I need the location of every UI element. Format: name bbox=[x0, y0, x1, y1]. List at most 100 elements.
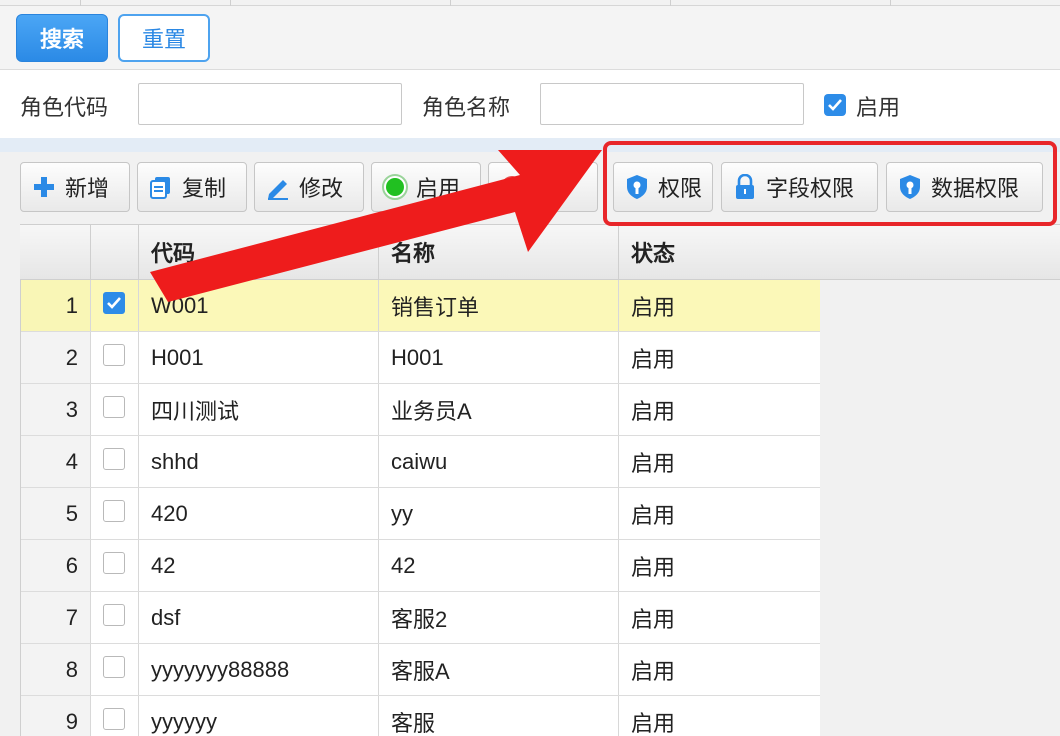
panel-separator bbox=[0, 138, 1060, 152]
row-checkbox[interactable] bbox=[103, 604, 125, 626]
row-checkbox[interactable] bbox=[103, 500, 125, 522]
enable-button-label: 启用 bbox=[416, 177, 461, 202]
enable-button[interactable]: 启用 bbox=[371, 162, 481, 212]
row-number: 9 bbox=[20, 696, 91, 736]
field-permission-button-label: 字段权限 bbox=[766, 177, 855, 202]
cell-name: 客服 bbox=[379, 696, 619, 736]
cell-name: yy bbox=[379, 488, 619, 539]
cell-code: H001 bbox=[139, 332, 379, 383]
disable-button[interactable] bbox=[488, 162, 598, 212]
role-code-input[interactable] bbox=[138, 83, 402, 125]
row-checkbox-cell[interactable] bbox=[91, 540, 139, 591]
cell-status: 启用 bbox=[631, 398, 676, 424]
table-row[interactable]: 4 shhd caiwu 启用 bbox=[20, 436, 820, 488]
row-checkbox-cell[interactable] bbox=[91, 280, 139, 331]
row-checkbox-cell[interactable] bbox=[91, 384, 139, 435]
permission-button[interactable]: 权限 bbox=[613, 162, 713, 212]
row-number: 5 bbox=[20, 488, 91, 539]
cell-status: 启用 bbox=[631, 710, 676, 736]
table-row[interactable]: 2 H001 H001 启用 bbox=[20, 332, 820, 384]
row-checkbox[interactable] bbox=[103, 448, 125, 470]
row-number: 1 bbox=[20, 280, 91, 331]
grid-left-border bbox=[20, 280, 21, 736]
table-row[interactable]: 3 四川测试 业务员A 启用 bbox=[20, 384, 820, 436]
edit-button-label: 修改 bbox=[299, 177, 344, 202]
header-code[interactable]: 代码 bbox=[139, 225, 379, 279]
cell-status: 启用 bbox=[631, 346, 676, 372]
row-number: 3 bbox=[20, 384, 91, 435]
row-checkbox[interactable] bbox=[103, 292, 125, 314]
header-checkbox[interactable] bbox=[91, 225, 139, 279]
cell-name: 销售订单 bbox=[379, 280, 619, 331]
permission-button-label: 权限 bbox=[658, 177, 703, 202]
cell-code: 420 bbox=[139, 488, 379, 539]
data-permission-button[interactable]: 数据权限 bbox=[886, 162, 1043, 212]
cell-code: 四川测试 bbox=[139, 384, 379, 435]
table-row[interactable]: 7 dsf 客服2 启用 bbox=[20, 592, 820, 644]
cell-code: yyyyyyy88888 bbox=[139, 644, 379, 695]
enable-checkbox[interactable] bbox=[824, 94, 846, 116]
row-checkbox-cell[interactable] bbox=[91, 592, 139, 643]
cell-name: 客服2 bbox=[379, 592, 619, 643]
filter-form: 角色代码 角色名称 启用 bbox=[0, 70, 1060, 138]
table-row[interactable]: 1 W001 销售订单 启用 bbox=[20, 280, 820, 332]
cell-code: shhd bbox=[139, 436, 379, 487]
row-number: 2 bbox=[20, 332, 91, 383]
row-checkbox[interactable] bbox=[103, 396, 125, 418]
plus-icon bbox=[31, 174, 57, 200]
cell-name: caiwu bbox=[379, 436, 619, 487]
add-button[interactable]: 新增 bbox=[20, 162, 130, 212]
cell-code: dsf bbox=[139, 592, 379, 643]
row-checkbox-cell[interactable] bbox=[91, 696, 139, 736]
cell-status: 启用 bbox=[631, 554, 676, 580]
row-number: 4 bbox=[20, 436, 91, 487]
cell-name: 42 bbox=[379, 540, 619, 591]
check-icon bbox=[828, 99, 842, 111]
add-button-label: 新增 bbox=[65, 177, 110, 202]
row-checkbox[interactable] bbox=[103, 552, 125, 574]
header-rownum bbox=[20, 225, 91, 279]
edit-button[interactable]: 修改 bbox=[254, 162, 364, 212]
table-row[interactable]: 8 yyyyyyy88888 客服A 启用 bbox=[20, 644, 820, 696]
copy-button[interactable]: 复制 bbox=[137, 162, 247, 212]
shield-key-icon bbox=[897, 174, 923, 200]
row-checkbox-cell[interactable] bbox=[91, 644, 139, 695]
row-number: 8 bbox=[20, 644, 91, 695]
role-name-label: 角色名称 bbox=[422, 96, 511, 121]
grid-header: 代码 名称 状态 bbox=[20, 224, 1060, 280]
row-checkbox[interactable] bbox=[103, 656, 125, 678]
green-circle-icon bbox=[382, 174, 408, 200]
enable-label: 启用 bbox=[856, 96, 901, 121]
cell-status: 启用 bbox=[631, 606, 676, 632]
cell-name: H001 bbox=[379, 332, 619, 383]
cell-status: 启用 bbox=[631, 450, 676, 476]
header-name[interactable]: 名称 bbox=[379, 225, 619, 279]
search-button[interactable]: 搜索 bbox=[16, 14, 108, 62]
copy-button-label: 复制 bbox=[182, 177, 227, 202]
cell-name: 客服A bbox=[379, 644, 619, 695]
role-name-input[interactable] bbox=[540, 83, 804, 125]
row-checkbox[interactable] bbox=[103, 708, 125, 730]
cell-name: 业务员A bbox=[379, 384, 619, 435]
lock-icon bbox=[732, 174, 758, 200]
header-status[interactable]: 状态 bbox=[619, 225, 819, 279]
data-permission-button-label: 数据权限 bbox=[931, 177, 1020, 202]
pencil-icon bbox=[265, 174, 291, 200]
field-permission-button[interactable]: 字段权限 bbox=[721, 162, 878, 212]
table-row[interactable]: 5 420 yy 启用 bbox=[20, 488, 820, 540]
table-row[interactable]: 9 yyyyyy 客服 启用 bbox=[20, 696, 820, 736]
row-checkbox[interactable] bbox=[103, 344, 125, 366]
table-row[interactable]: 6 42 42 启用 bbox=[20, 540, 820, 592]
reset-button[interactable]: 重置 bbox=[118, 14, 210, 62]
cell-status: 启用 bbox=[631, 294, 676, 320]
shield-key-icon bbox=[624, 174, 650, 200]
row-checkbox-cell[interactable] bbox=[91, 488, 139, 539]
copy-icon bbox=[148, 174, 174, 200]
cell-code: W001 bbox=[139, 280, 379, 331]
role-code-label: 角色代码 bbox=[20, 96, 109, 121]
cell-code: yyyyyy bbox=[139, 696, 379, 736]
cell-status: 启用 bbox=[631, 502, 676, 528]
row-checkbox-cell[interactable] bbox=[91, 436, 139, 487]
row-number: 7 bbox=[20, 592, 91, 643]
row-checkbox-cell[interactable] bbox=[91, 332, 139, 383]
